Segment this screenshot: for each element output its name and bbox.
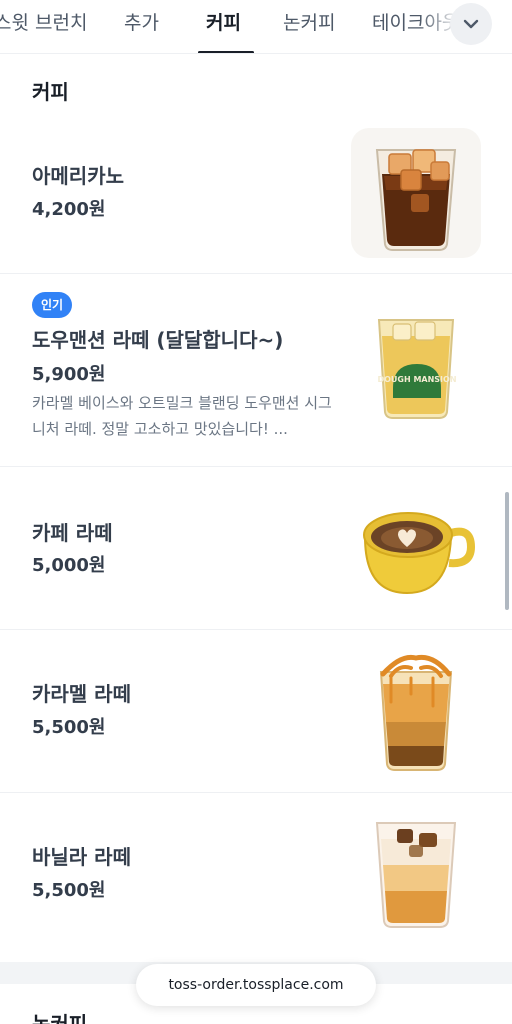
- item-name: 아메리카노: [32, 164, 124, 188]
- menu-item-americano[interactable]: 아메리카노 4,200원: [0, 112, 512, 274]
- tab-coffee[interactable]: 커피: [206, 8, 241, 35]
- menu-item-dough-mansion-latte[interactable]: 인기 도우맨션 라떼 (달달합니다~) 5,900원 카라멜 베이스와 오트밀크…: [0, 274, 512, 467]
- section-title-coffee: 커피: [32, 80, 69, 104]
- tab-non-coffee[interactable]: 논커피: [283, 8, 335, 35]
- section-title-non-coffee: 논커피: [32, 1012, 88, 1024]
- item-price: 5,500원: [32, 717, 106, 738]
- category-tab-bar: 스윗 브런치 추가 커피 논커피 테이크아웃: [0, 0, 512, 54]
- item-name: 카라멜 라떼: [32, 682, 131, 706]
- item-price: 5,900원: [32, 364, 106, 385]
- item-name: 카페 라떼: [32, 521, 113, 545]
- scrollbar[interactable]: [505, 492, 509, 610]
- url-pill[interactable]: toss-order.tossplace.com: [136, 964, 376, 1006]
- active-tab-indicator: [198, 51, 254, 53]
- tab-sweet-brunch[interactable]: 스윗 브런치: [0, 8, 87, 35]
- item-price: 5,500원: [32, 880, 106, 901]
- svg-text:DOUGH MANSION: DOUGH MANSION: [377, 375, 456, 384]
- tab-extra[interactable]: 추가: [124, 8, 159, 35]
- item-price: 5,000원: [32, 555, 106, 576]
- item-description: 카라멜 베이스와 오트밀크 블랜딩 도우맨션 시그니처 라떼. 정말 고소하고 …: [32, 394, 332, 438]
- item-image-dough-mansion-latte: DOUGH MANSION: [351, 306, 481, 436]
- item-image-cafe-latte: [351, 481, 481, 611]
- item-image-americano: [351, 128, 481, 258]
- menu-item-caramel-latte[interactable]: 카라멜 라떼 5,500원: [0, 630, 512, 793]
- menu-item-cafe-latte[interactable]: 카페 라떼 5,000원: [0, 467, 512, 630]
- popular-badge: 인기: [32, 292, 73, 318]
- item-image-caramel-latte: [351, 646, 481, 776]
- chevron-down-icon: [463, 19, 479, 29]
- item-name: 바닐라 라떼: [32, 845, 131, 869]
- item-name: 도우맨션 라떼 (달달합니다~): [32, 328, 284, 352]
- item-price: 4,200원: [32, 199, 106, 220]
- more-categories-button[interactable]: [450, 3, 492, 45]
- menu-item-vanilla-latte[interactable]: 바닐라 라떼 5,500원: [0, 793, 512, 962]
- item-image-vanilla-latte: [351, 809, 481, 939]
